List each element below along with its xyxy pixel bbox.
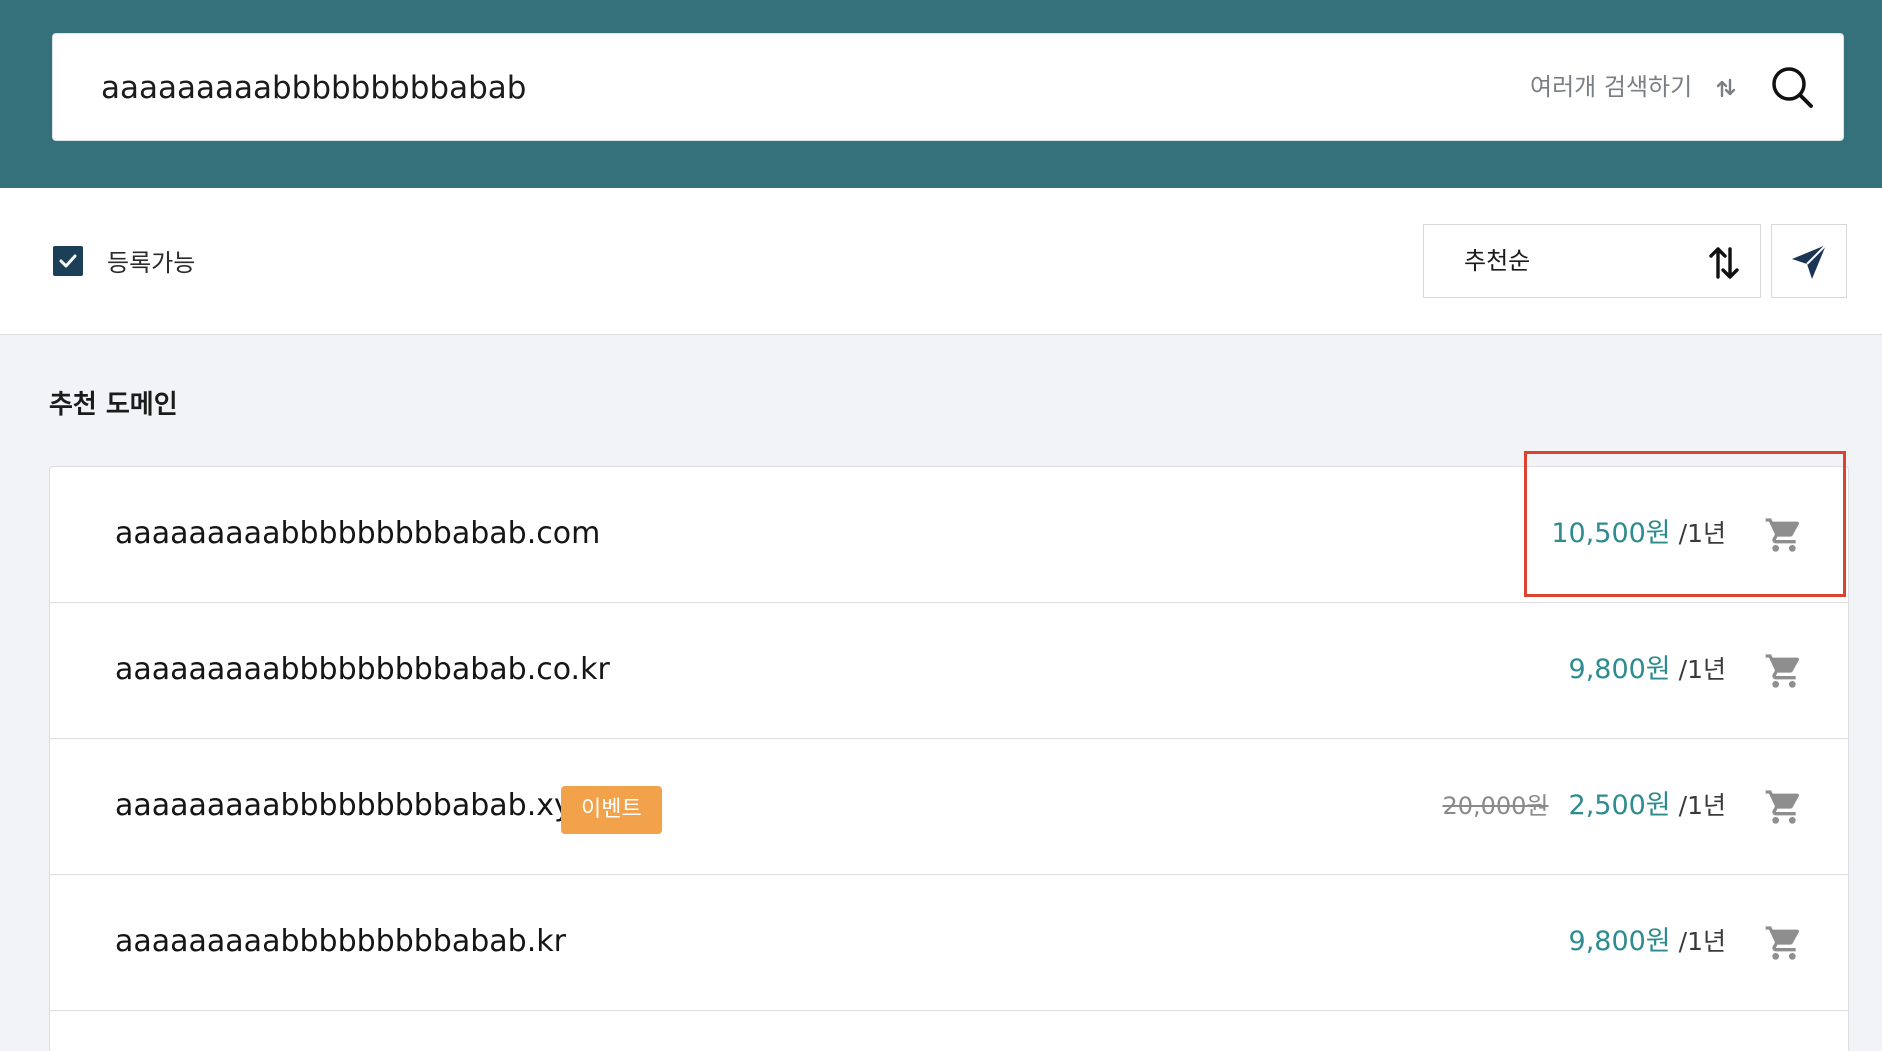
domain-row[interactable]: aaaaaaaaabbbbbbbbbabab.co.kr 9,800원/1년 bbox=[50, 603, 1848, 739]
price: 9,800원 bbox=[1568, 654, 1671, 685]
sort-select[interactable]: 추천순 bbox=[1423, 224, 1761, 298]
cart-icon[interactable] bbox=[1764, 923, 1804, 963]
sort-icon bbox=[1709, 247, 1739, 279]
price-info: 20,000원 2,500원/1년 bbox=[1442, 739, 1726, 873]
original-price: 20,000원 bbox=[1442, 792, 1549, 820]
event-badge: 이벤트 bbox=[561, 786, 662, 834]
period: /1년 bbox=[1678, 655, 1726, 684]
cart-icon[interactable] bbox=[1764, 651, 1804, 691]
price: 2,500원 bbox=[1568, 790, 1671, 821]
multi-search-button[interactable]: 여러개 검색하기 bbox=[1530, 34, 1692, 140]
sort-label: 추천순 bbox=[1464, 247, 1531, 275]
search-header: aaaaaaaaabbbbbbbbbabab 여러개 검색하기 bbox=[0, 0, 1882, 188]
section-title: 추천 도메인 bbox=[49, 390, 178, 420]
domain-row-partial bbox=[50, 1011, 1848, 1051]
search-input[interactable]: aaaaaaaaabbbbbbbbbabab bbox=[101, 34, 526, 142]
price: 9,800원 bbox=[1568, 926, 1671, 957]
highlight-box bbox=[1524, 451, 1846, 597]
price-info: 9,800원/1년 bbox=[1569, 603, 1726, 737]
domain-row[interactable]: aaaaaaaaabbbbbbbbbabab.kr 9,800원/1년 bbox=[50, 875, 1848, 1011]
cart-icon[interactable] bbox=[1764, 787, 1804, 827]
domain-name[interactable]: aaaaaaaaabbbbbbbbbabab.kr bbox=[115, 875, 566, 1009]
available-label[interactable]: 등록가능 bbox=[107, 243, 195, 278]
domain-name[interactable]: aaaaaaaaabbbbbbbbbabab.com bbox=[115, 467, 600, 601]
filter-bar: 등록가능 추천순 bbox=[0, 188, 1882, 335]
search-box[interactable]: aaaaaaaaabbbbbbbbbabab 여러개 검색하기 bbox=[52, 33, 1844, 141]
price-info: 9,800원/1년 bbox=[1569, 875, 1726, 1009]
swap-icon[interactable] bbox=[1715, 76, 1739, 100]
available-checkbox[interactable] bbox=[53, 246, 83, 276]
share-button[interactable] bbox=[1771, 224, 1847, 298]
period: /1년 bbox=[1678, 791, 1726, 820]
domain-name[interactable]: aaaaaaaaabbbbbbbbbabab.co.kr bbox=[115, 603, 610, 737]
check-icon bbox=[59, 254, 77, 268]
send-icon bbox=[1792, 244, 1827, 279]
search-icon[interactable] bbox=[1769, 64, 1815, 110]
domain-name[interactable]: aaaaaaaaabbbbbbbbbabab.xyz bbox=[115, 739, 588, 873]
domain-row[interactable]: aaaaaaaaabbbbbbbbbabab.xyz 이벤트 20,000원 2,… bbox=[50, 739, 1848, 875]
period: /1년 bbox=[1678, 927, 1726, 956]
